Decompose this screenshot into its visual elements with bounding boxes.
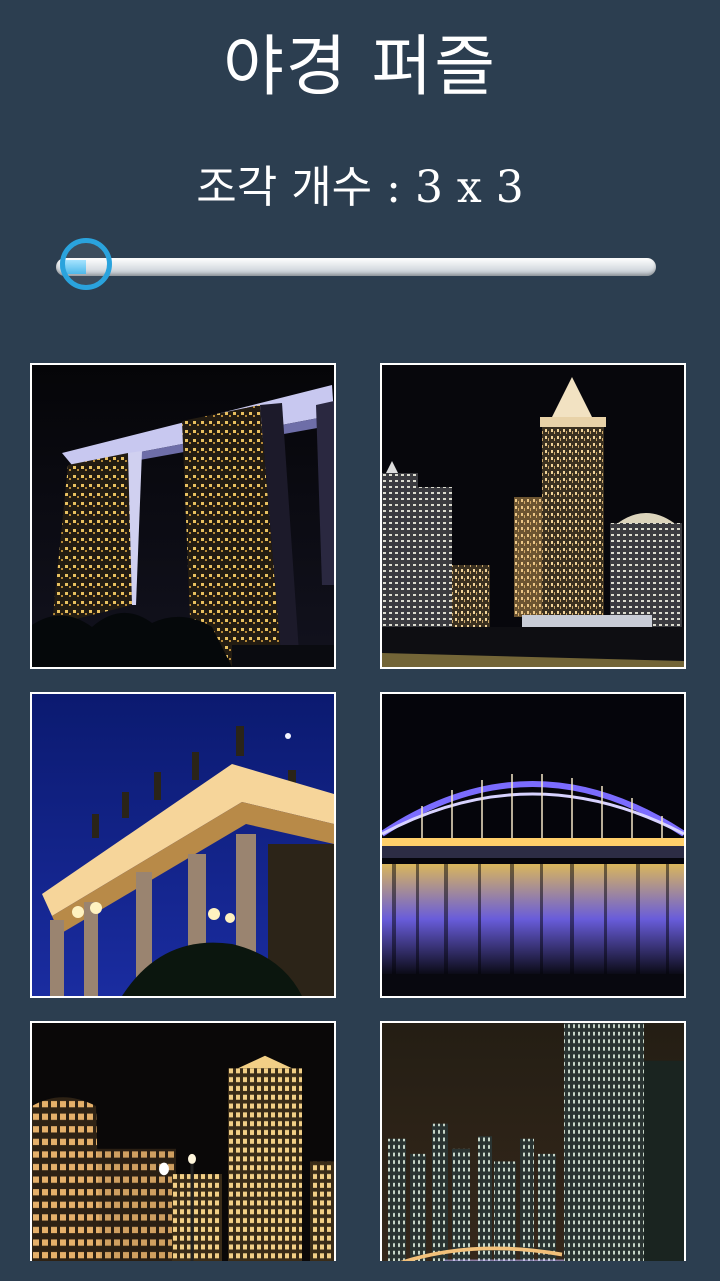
bottom-strip [0, 1261, 720, 1281]
puzzle-image-illuminated-colonnade-building[interactable] [30, 692, 336, 998]
piece-count-label: 조각 개수 : 3 x 3 [196, 162, 524, 213]
puzzle-image-city-skyscrapers[interactable] [380, 363, 686, 669]
city-skyscrapers-image [382, 365, 684, 667]
puzzle-image-arch-bridge-reflection[interactable] [380, 692, 686, 998]
puzzle-image-city-skyline-tower[interactable] [380, 1021, 686, 1261]
illuminated-colonnade-building-image [32, 694, 334, 996]
arch-bridge-reflection-image [382, 694, 684, 996]
financial-district-towers-image [32, 1023, 334, 1261]
app-title: 야경 퍼즐 [223, 28, 497, 105]
puzzle-image-marina-bay-sands[interactable] [30, 363, 336, 669]
puzzle-image-grid [30, 363, 690, 1261]
slider-track[interactable] [56, 258, 656, 276]
puzzle-image-financial-district-towers[interactable] [30, 1021, 336, 1261]
slider-thumb[interactable] [60, 238, 112, 290]
city-skyline-tower-image [382, 1023, 684, 1261]
marina-bay-sands-image [32, 365, 334, 667]
app-screen: 야경 퍼즐 조각 개수 : 3 x 3 [0, 0, 720, 1281]
piece-count-slider[interactable] [56, 238, 660, 298]
